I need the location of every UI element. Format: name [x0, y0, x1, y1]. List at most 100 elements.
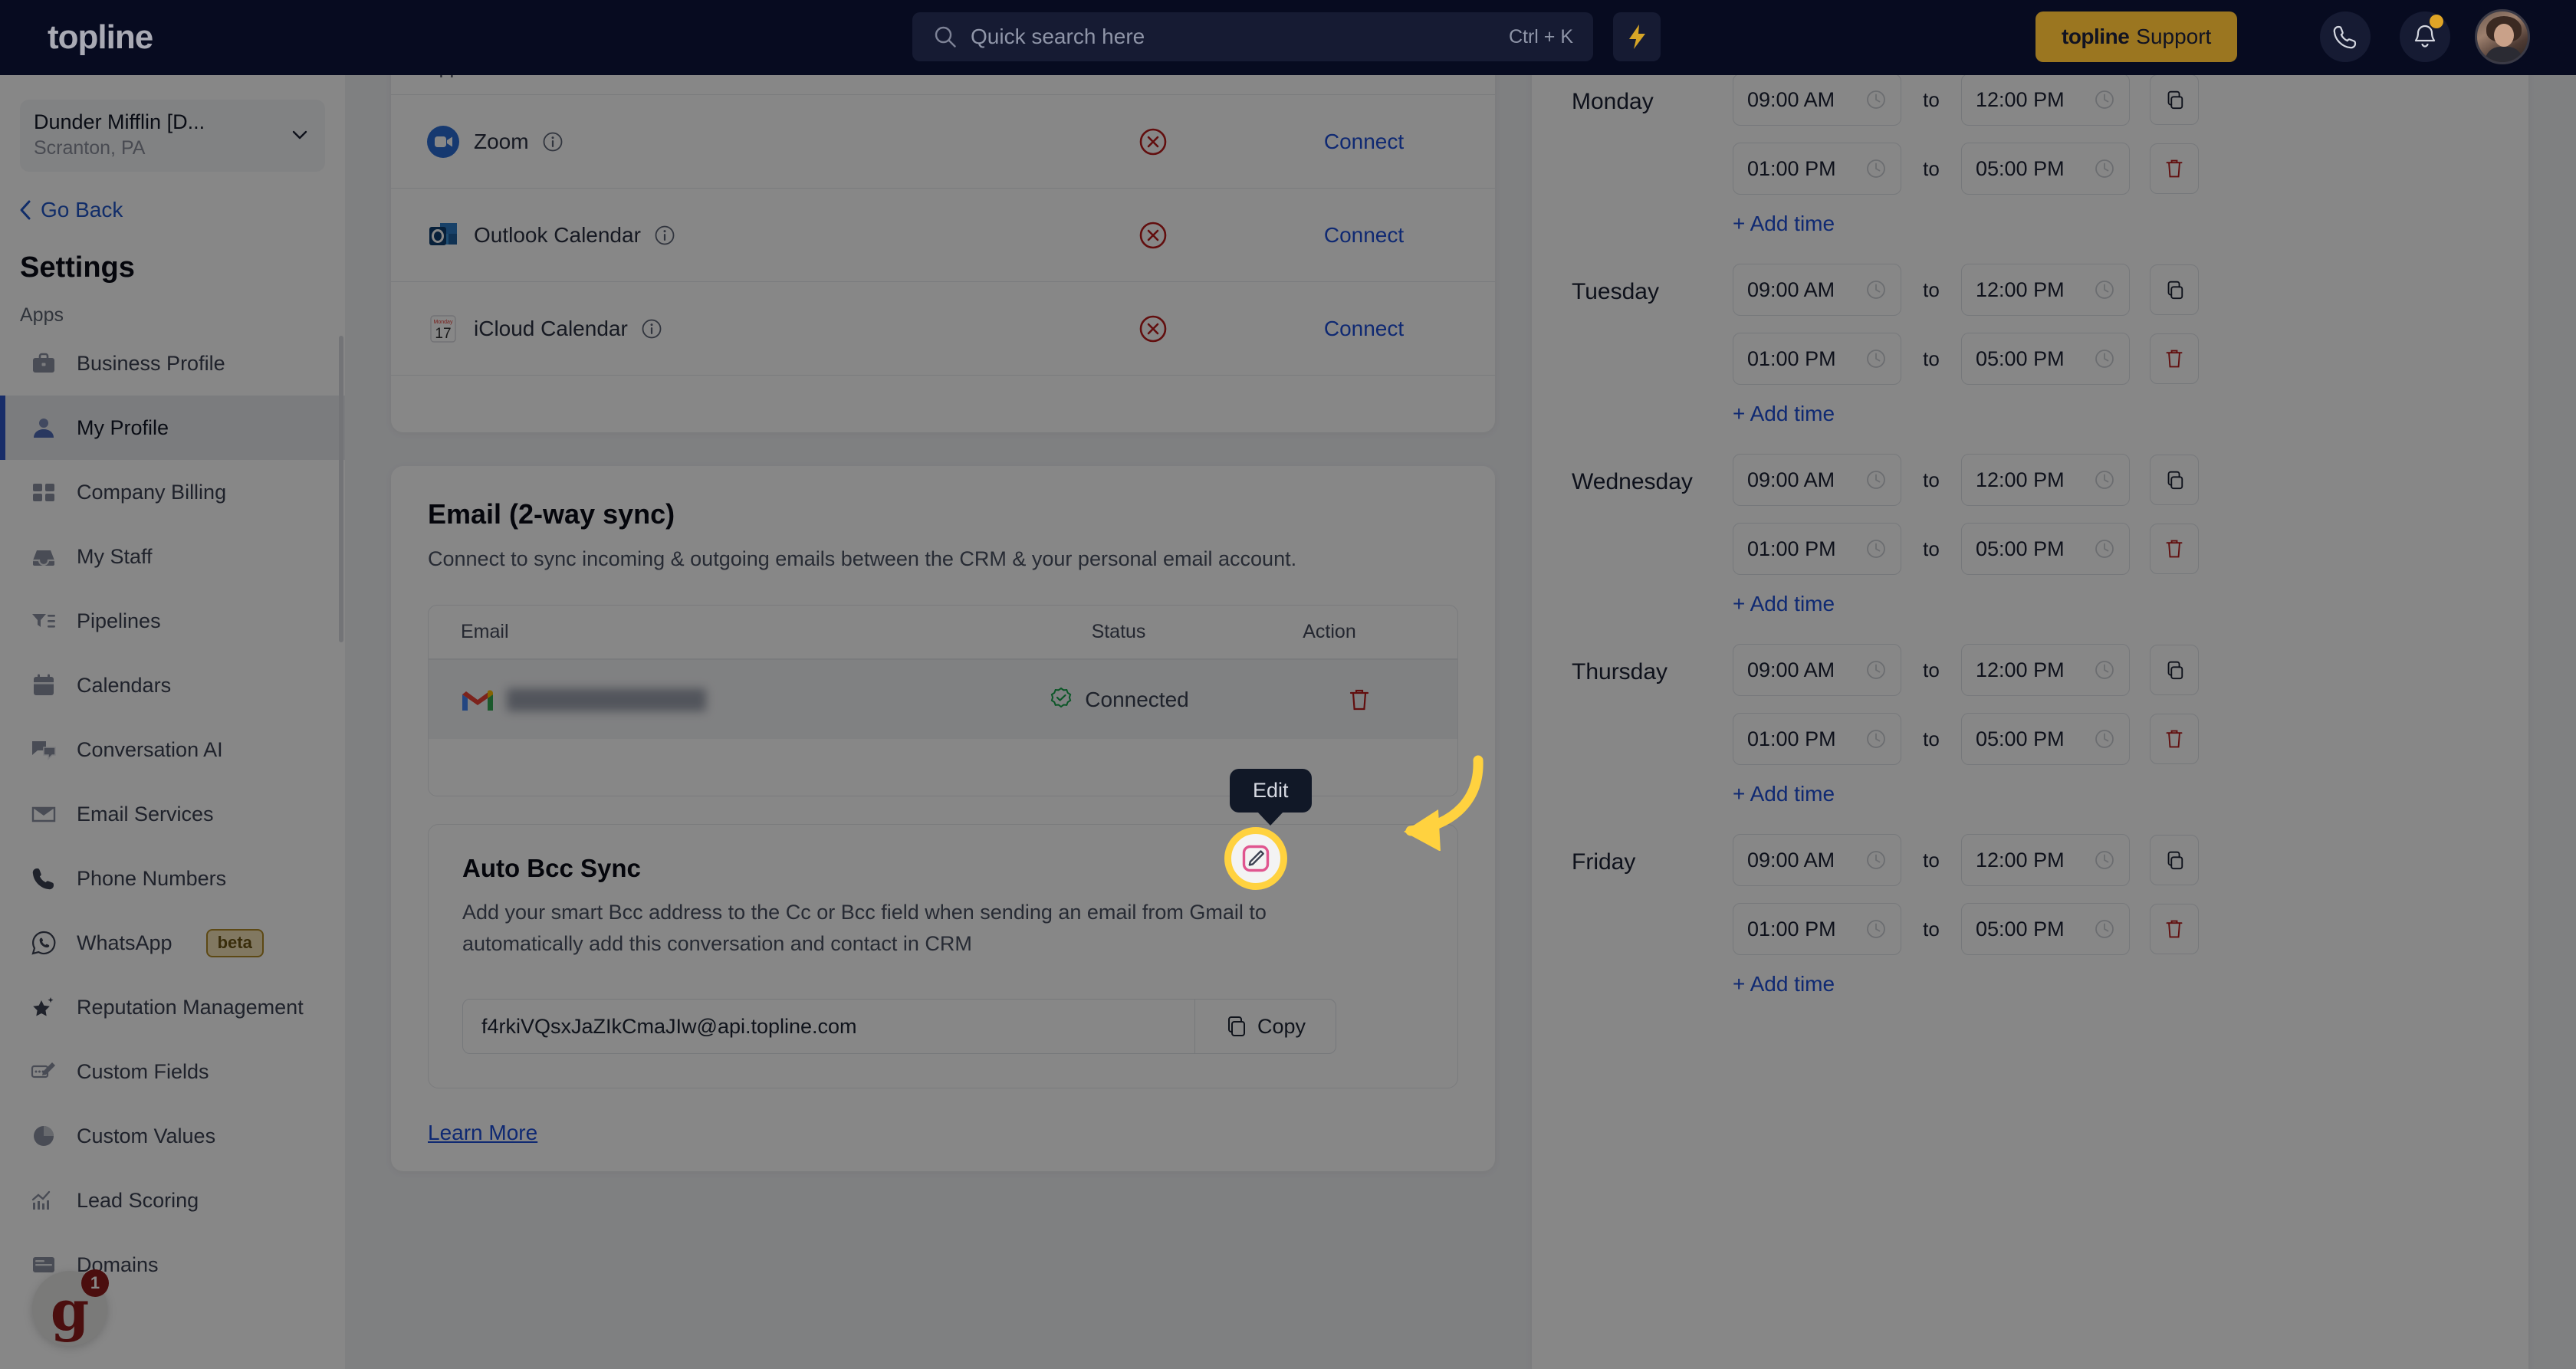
go-back-button[interactable]: Go Back [17, 198, 345, 222]
start-time-value: 01:00 PM [1747, 917, 1836, 941]
chat-widget-button[interactable]: g 1 [32, 1269, 109, 1346]
sidebar-item-lead-scoring[interactable]: Lead Scoring [0, 1168, 345, 1233]
copy-icon [2167, 471, 2183, 490]
call-button[interactable] [2320, 11, 2371, 62]
avatar[interactable] [2475, 9, 2530, 64]
sidebar-item-calendars[interactable]: Calendars [0, 653, 345, 717]
start-time-input[interactable]: 09:00 AM [1733, 75, 1901, 126]
end-time-input[interactable]: 12:00 PM [1961, 75, 2130, 126]
duplicate-slot-button[interactable] [2150, 75, 2199, 125]
info-icon[interactable] [543, 132, 563, 152]
zoom-logo-icon [427, 125, 459, 158]
learn-more-link[interactable]: Learn More [428, 1121, 537, 1171]
search-bar[interactable]: Quick search here Ctrl + K [912, 12, 1593, 61]
sidebar-item-email-services[interactable]: Email Services [0, 782, 345, 846]
sidebar-item-business-profile[interactable]: Business Profile [0, 331, 345, 396]
app-logo[interactable]: topline [48, 18, 153, 57]
add-time-button[interactable]: + Add time [1733, 782, 2489, 806]
to-label: to [1923, 87, 1940, 111]
day-slots: 09:00 AM to 12:00 PM 01:00 PM to 05:00 P… [1733, 264, 2489, 426]
time-slot-row: 09:00 AM to 12:00 PM [1733, 454, 2489, 506]
col-email: Email [461, 621, 509, 643]
support-button[interactable]: topline Support [2036, 11, 2238, 62]
duplicate-slot-button[interactable] [2150, 455, 2199, 505]
connect-button[interactable]: Connect [1324, 223, 1404, 248]
copy-icon [2167, 281, 2183, 300]
start-time-input[interactable]: 09:00 AM [1733, 264, 1901, 316]
sidebar-item-conversation-ai[interactable]: Conversation AI [0, 717, 345, 782]
sidebar-item-custom-values[interactable]: Custom Values [0, 1104, 345, 1168]
inbox-icon [33, 550, 54, 566]
apps-table: Apps Status Action Zoom [391, 75, 1495, 432]
day-slots: 09:00 AM to 12:00 PM 01:00 PM to 05:00 P… [1733, 644, 2489, 806]
bcc-address-field[interactable]: f4rkiVQsxJaZIkCmaJIw@api.topline.com Cop… [462, 999, 1336, 1055]
apps-integration-card: Apps Status Action Zoom [391, 75, 1495, 432]
start-time-input[interactable]: 09:00 AM [1733, 454, 1901, 506]
end-time-input[interactable]: 05:00 PM [1961, 523, 2130, 575]
end-time-input[interactable]: 12:00 PM [1961, 644, 2130, 696]
delete-slot-button[interactable] [2150, 524, 2199, 574]
edit-pencil-icon[interactable] [1242, 845, 1270, 872]
clock-icon [1867, 159, 1885, 178]
start-time-input[interactable]: 01:00 PM [1733, 903, 1901, 955]
search-input[interactable]: Quick search here [971, 25, 1509, 49]
start-time-input[interactable]: 01:00 PM [1733, 333, 1901, 385]
delete-slot-button[interactable] [2150, 714, 2199, 764]
copy-button[interactable]: Copy [1194, 1000, 1336, 1054]
add-time-button[interactable]: + Add time [1733, 592, 2489, 616]
email-table-header: Email Status Action [429, 606, 1457, 660]
start-time-input[interactable]: 09:00 AM [1733, 834, 1901, 886]
quick-actions-button[interactable] [1613, 12, 1661, 61]
sidebar-item-phone-numbers[interactable]: Phone Numbers [0, 846, 345, 911]
end-time-input[interactable]: 05:00 PM [1961, 143, 2130, 195]
add-time-button[interactable]: + Add time [1733, 212, 2489, 236]
sidebar-item-whatsapp[interactable]: WhatsApp beta [0, 911, 345, 975]
filter-icon [32, 614, 55, 628]
sidebar-item-reputation-management[interactable]: Reputation Management [0, 975, 345, 1039]
add-time-button[interactable]: + Add time [1733, 402, 2489, 426]
start-time-value: 09:00 AM [1747, 658, 1835, 681]
start-time-input[interactable]: 01:00 PM [1733, 523, 1901, 575]
end-time-input[interactable]: 12:00 PM [1961, 454, 2130, 506]
delete-slot-button[interactable] [2150, 904, 2199, 954]
sidebar-item-company-billing[interactable]: Company Billing [0, 460, 345, 524]
sidebar-item-custom-fields[interactable]: Custom Fields [0, 1039, 345, 1104]
time-slot-row: 01:00 PM to 05:00 PM [1733, 333, 2489, 385]
info-icon[interactable] [642, 319, 662, 339]
start-time-value: 09:00 AM [1747, 468, 1835, 491]
start-time-value: 01:00 PM [1747, 346, 1836, 370]
end-time-input[interactable]: 12:00 PM [1961, 834, 2130, 886]
start-time-input[interactable]: 01:00 PM [1733, 143, 1901, 195]
clock-icon [1867, 90, 1885, 109]
connect-button[interactable]: Connect [1324, 130, 1404, 154]
sidebar-item-pipelines[interactable]: Pipelines [0, 589, 345, 653]
duplicate-slot-button[interactable] [2150, 645, 2199, 695]
org-switcher[interactable]: Dunder Mifflin [D... Scranton, PA [20, 100, 325, 172]
start-time-input[interactable]: 01:00 PM [1733, 713, 1901, 765]
info-icon[interactable] [655, 225, 675, 245]
sidebar-scrollbar[interactable] [339, 336, 343, 642]
delete-slot-button[interactable] [2150, 143, 2199, 194]
end-time-input[interactable]: 05:00 PM [1961, 713, 2130, 765]
end-time-input[interactable]: 12:00 PM [1961, 264, 2130, 316]
add-time-button[interactable]: + Add time [1733, 972, 2489, 996]
sidebar-item-my-profile[interactable]: My Profile [0, 396, 345, 460]
end-time-input[interactable]: 05:00 PM [1961, 903, 2130, 955]
duplicate-slot-button[interactable] [2150, 835, 2199, 885]
status-cell [1038, 221, 1268, 250]
duplicate-slot-button[interactable] [2150, 264, 2199, 315]
edit-email-button[interactable] [1278, 678, 1321, 721]
sidebar-item-label: My Staff [77, 544, 153, 568]
connect-button[interactable]: Connect [1324, 317, 1404, 341]
start-time-input[interactable]: 09:00 AM [1733, 644, 1901, 696]
end-time-input[interactable]: 05:00 PM [1961, 333, 2130, 385]
col-action: Action [1303, 621, 1356, 643]
time-slot-row: 01:00 PM to 05:00 PM [1733, 903, 2489, 955]
delete-slot-button[interactable] [2150, 333, 2199, 384]
bcc-address-value: f4rkiVQsxJaZIkCmaJIw@api.topline.com [481, 1014, 857, 1038]
sidebar-item-my-staff[interactable]: My Staff [0, 524, 345, 589]
to-label: to [1923, 468, 1940, 491]
delete-email-button[interactable] [1338, 678, 1381, 721]
day-label: Thursday [1572, 659, 1668, 684]
notifications-button[interactable] [2400, 11, 2450, 62]
